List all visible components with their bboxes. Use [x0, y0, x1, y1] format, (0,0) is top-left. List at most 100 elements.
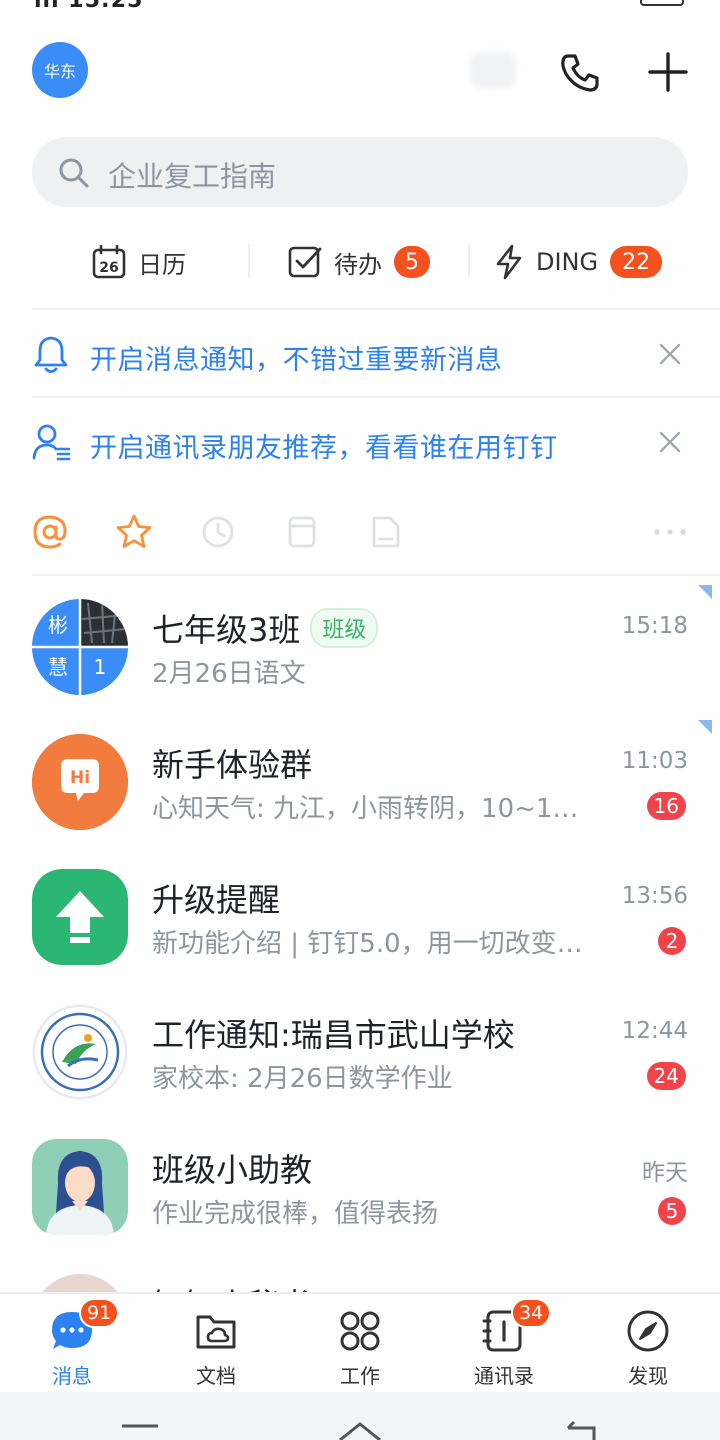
upgrade-avatar: [32, 869, 128, 965]
doc-icon[interactable]: [366, 512, 406, 552]
notice-text: 开启消息通知，不错过重要新消息: [90, 345, 503, 376]
status-bar: ııl 15:25: [0, 0, 720, 14]
unread-badge: 24: [646, 1062, 686, 1090]
menu-icon[interactable]: [120, 1422, 160, 1440]
tab-label: 工作: [340, 1364, 380, 1388]
tab-messages[interactable]: 91 消息: [22, 1298, 122, 1388]
chat-preview: 2月26日语文: [152, 659, 306, 689]
chat-preview: 心知天气: 九江，小雨转阴，10~1…: [152, 794, 579, 824]
chat-title: 班级小助教: [152, 1151, 313, 1189]
ding-label: DING: [536, 248, 599, 276]
system-nav-bar: [0, 1392, 720, 1440]
todo-check-icon: [288, 245, 322, 279]
notice-text: 开启通讯录朋友推荐，看看谁在用钉钉: [90, 433, 558, 464]
contacts-badge: 34: [511, 1298, 552, 1328]
chat-time: 12:44: [621, 1018, 688, 1044]
assistant-avatar: [32, 1139, 128, 1235]
divider: [32, 308, 720, 310]
pin-marker: [698, 720, 712, 734]
calendar-icon: 26: [92, 245, 126, 279]
ding-badge: 22: [610, 246, 663, 278]
calendar-small-icon[interactable]: [282, 512, 322, 552]
contacts-book-icon: 34: [481, 1298, 552, 1354]
lightning-icon: [494, 244, 524, 280]
svg-text:1: 1: [94, 655, 107, 679]
blurred-avatar: [470, 52, 516, 88]
tab-label: 文档: [196, 1364, 236, 1388]
folder-cloud-icon: [193, 1308, 239, 1354]
calendar-button[interactable]: 26 日历: [92, 232, 186, 292]
chat-title: 新手体验群: [152, 746, 313, 784]
close-icon[interactable]: [656, 340, 684, 368]
svg-text:彬: 彬: [48, 613, 68, 637]
group-avatar: Hi: [32, 734, 128, 830]
class-tag: 班级: [310, 608, 379, 648]
add-icon[interactable]: [644, 48, 692, 96]
filter-row: [0, 498, 720, 568]
compass-icon: [625, 1308, 671, 1354]
tab-label: 消息: [52, 1364, 92, 1388]
notice-notification[interactable]: 开启消息通知，不错过重要新消息: [0, 312, 720, 398]
chat-title: 工作通知:瑞昌市武山学校: [152, 1016, 515, 1054]
contact-recommend-icon: [32, 422, 72, 466]
chat-time: 11:03: [621, 748, 688, 774]
clock-icon[interactable]: [198, 512, 238, 552]
top-header: 华东: [0, 40, 720, 104]
unread-badge: 5: [658, 1197, 686, 1225]
phone-icon[interactable]: [556, 48, 604, 96]
chat-item[interactable]: Hi 新手体验群 心知天气: 九江，小雨转阴，10~1… 11:03 16: [0, 720, 720, 869]
bottom-tab-bar: 91 消息 文档 工作 34 通讯录 发现: [0, 1292, 720, 1392]
chat-item[interactable]: 工作通知:瑞昌市武山学校 家校本: 2月26日数学作业 12:44 24: [0, 1004, 720, 1139]
search-bar[interactable]: 企业复工指南: [32, 137, 688, 207]
star-icon[interactable]: [114, 512, 154, 552]
at-mention-icon[interactable]: [30, 512, 70, 552]
todo-label: 待办: [334, 250, 382, 279]
back-icon[interactable]: [560, 1418, 600, 1440]
quick-actions: 26 日历 待办 5 DING 22: [0, 232, 720, 292]
chat-item[interactable]: 彬 慧 1 七年级3班 班级 2月26日语文 15:18: [0, 585, 720, 734]
status-time: ııl 15:25: [34, 0, 144, 13]
divider: [468, 244, 470, 278]
apps-grid-icon: [337, 1308, 383, 1354]
chat-title-text: 七年级3班: [152, 611, 301, 649]
chat-preview: 新功能介绍 | 钉钉5.0，用一切改变…: [152, 929, 583, 959]
todo-badge: 5: [394, 246, 430, 278]
more-icon[interactable]: [650, 512, 690, 552]
search-icon: [58, 157, 90, 193]
chat-time: 13:56: [621, 883, 688, 909]
chat-item[interactable]: 班级小助教 作业完成很棒，值得表扬 昨天 5: [0, 1139, 720, 1274]
tab-discover[interactable]: 发现: [598, 1308, 698, 1388]
chat-preview: 家校本: 2月26日数学作业: [152, 1064, 453, 1094]
unread-badge: 16: [646, 792, 686, 820]
tab-label: 发现: [628, 1364, 668, 1388]
battery-icon: [640, 0, 684, 6]
search-placeholder: 企业复工指南: [108, 160, 277, 193]
messages-badge: 91: [79, 1298, 120, 1328]
chat-item[interactable]: 升级提醒 新功能介绍 | 钉钉5.0，用一切改变… 13:56 2: [0, 869, 720, 1004]
chat-time: 昨天: [642, 1160, 688, 1186]
divider: [32, 574, 720, 576]
org-avatar[interactable]: 华东: [32, 42, 88, 98]
school-logo-avatar: [32, 1004, 128, 1100]
tab-contacts[interactable]: 34 通讯录: [454, 1298, 554, 1388]
todo-button[interactable]: 待办 5: [288, 232, 430, 292]
chat-preview: 作业完成很棒，值得表扬: [152, 1199, 439, 1229]
calendar-label: 日历: [138, 250, 186, 279]
bell-icon: [32, 334, 70, 378]
pin-marker: [698, 585, 712, 599]
message-icon: 91: [49, 1298, 120, 1354]
tab-docs[interactable]: 文档: [166, 1308, 266, 1388]
close-icon[interactable]: [656, 428, 684, 456]
ding-button[interactable]: DING 22: [494, 232, 663, 292]
group-avatar: 彬 慧 1: [32, 599, 128, 695]
notice-contacts[interactable]: 开启通讯录朋友推荐，看看谁在用钉钉: [0, 400, 720, 486]
tab-label: 通讯录: [474, 1364, 534, 1388]
unread-badge: 2: [658, 927, 686, 955]
chat-time: 15:18: [621, 613, 688, 639]
svg-text:慧: 慧: [48, 655, 68, 679]
home-icon[interactable]: [336, 1418, 384, 1440]
svg-text:Hi: Hi: [70, 768, 90, 788]
divider: [248, 244, 250, 278]
tab-work[interactable]: 工作: [310, 1308, 410, 1388]
chat-title: 升级提醒: [152, 881, 281, 919]
